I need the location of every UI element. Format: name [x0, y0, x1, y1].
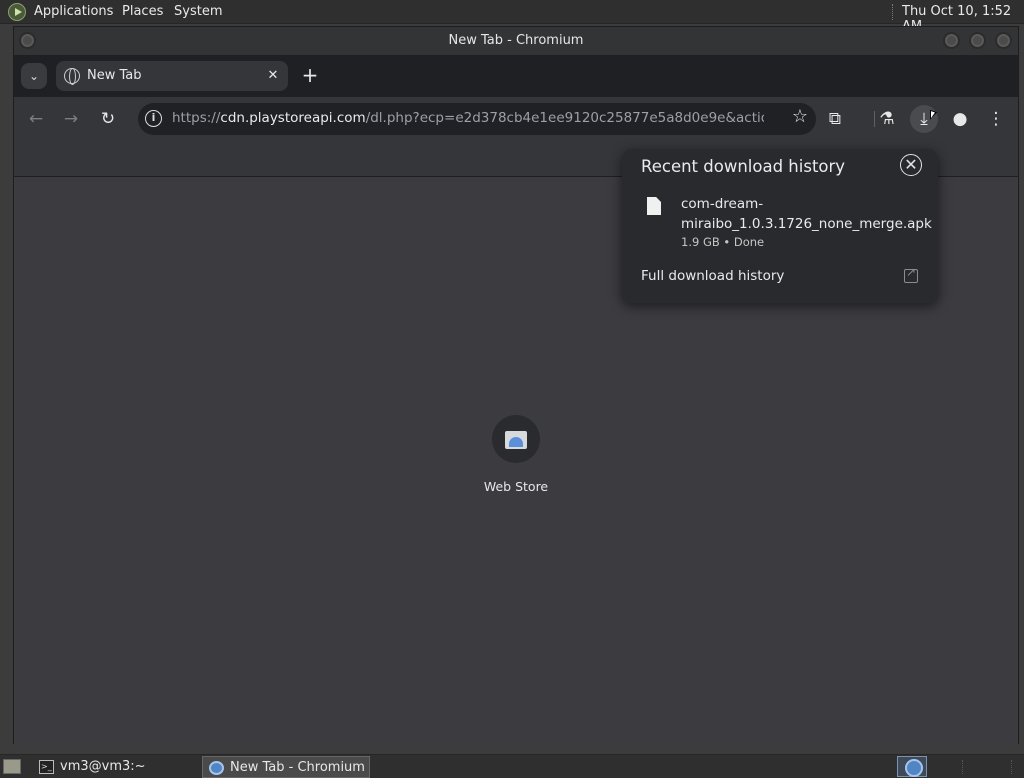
plus-icon: + [301, 63, 319, 87]
url-host: cdn.playstoreapi.com [220, 110, 366, 126]
close-popup-button[interactable]: ✕ [900, 154, 922, 176]
window-titlebar[interactable]: New Tab - Chromium [14, 27, 1018, 55]
web-store-shortcut[interactable]: Web Store [476, 415, 556, 494]
maximize-button[interactable] [969, 32, 986, 49]
download-file-name[interactable]: com-dream-miraibo_1.0.3.1726_none_merge.… [681, 194, 932, 234]
tab-strip: ⌄ New Tab ✕ + [14, 55, 1018, 97]
address-bar[interactable]: i https://cdn.playstoreapi.com/dl.php?ec… [138, 103, 816, 135]
minimize-button[interactable] [943, 32, 960, 49]
browser-window: New Tab - Chromium ⌄ New Tab ✕ + ← → ↻ i… [13, 26, 1019, 745]
system-menu[interactable]: System [174, 4, 222, 19]
download-status: 1.9 GB • Done [681, 235, 765, 249]
shortcut-tile [492, 415, 540, 463]
window-title: New Tab - Chromium [448, 33, 584, 48]
panel-separator [892, 4, 894, 20]
browser-menu-button[interactable]: ⋮ [982, 105, 1010, 133]
profile-icon: ● [952, 109, 968, 129]
applications-menu[interactable]: Applications [34, 4, 113, 19]
places-menu[interactable]: Places [122, 4, 163, 19]
forward-button[interactable]: → [57, 105, 85, 133]
taskbar-item-label: New Tab - Chromium [230, 760, 365, 775]
reload-button[interactable]: ↻ [94, 105, 122, 133]
tab-search-button[interactable]: ⌄ [21, 63, 47, 89]
reload-icon: ↻ [100, 109, 116, 129]
full-download-history-link[interactable]: Full download history [641, 268, 784, 284]
tray-chromium-icon[interactable] [897, 756, 927, 777]
popup-title: Recent download history [641, 157, 846, 176]
labs-button[interactable]: ⚗ [873, 105, 901, 133]
url-path: /dl.php?ecp=e2d378cb4e1ee9120c25877e5a8d… [365, 110, 764, 126]
back-icon: ← [28, 109, 44, 129]
bookmark-star-icon[interactable]: ☆ [792, 106, 808, 127]
extensions-button[interactable]: ⧉ [821, 105, 849, 133]
chromium-icon [209, 761, 224, 775]
close-window-button[interactable] [995, 32, 1012, 49]
web-store-icon [505, 431, 527, 449]
bottom-panel: vm3@vm3:~ New Tab - Chromium [0, 754, 1024, 778]
back-button[interactable]: ← [22, 105, 50, 133]
url-scheme: https:// [172, 110, 221, 126]
download-history-popup: Recent download history ✕ com-dream-mira… [622, 149, 938, 303]
top-panel: Applications Places System Thu Oct 10, 1… [0, 0, 1024, 34]
new-tab-button[interactable]: + [297, 63, 323, 89]
extensions-icon: ⧉ [828, 109, 842, 129]
tab-label: New Tab [87, 68, 142, 83]
tray-separator [962, 760, 1012, 774]
mouse-cursor-icon [930, 109, 937, 123]
terminal-icon [39, 756, 54, 778]
toolbar: ← → ↻ i https://cdn.playstoreapi.com/dl.… [14, 97, 1018, 141]
shortcut-label: Web Store [483, 479, 549, 494]
profile-button[interactable]: ● [946, 105, 974, 133]
close-icon: ✕ [904, 155, 918, 174]
window-menu-icon[interactable] [19, 32, 36, 49]
taskbar-item-chromium[interactable]: New Tab - Chromium [202, 756, 370, 778]
labs-flask-icon: ⚗ [879, 109, 895, 129]
chevron-down-icon: ⌄ [28, 69, 40, 83]
distro-logo-icon[interactable] [8, 3, 26, 21]
show-desktop-icon[interactable] [3, 759, 21, 774]
tab-new-tab[interactable]: New Tab ✕ [56, 61, 288, 91]
close-tab-icon[interactable]: ✕ [264, 67, 282, 85]
file-icon [647, 197, 661, 215]
globe-icon [64, 68, 80, 85]
open-external-icon[interactable] [904, 265, 918, 283]
url-text[interactable]: https://cdn.playstoreapi.com/dl.php?ecp=… [172, 110, 764, 126]
taskbar-item-terminal[interactable]: vm3@vm3:~ [33, 756, 146, 778]
site-info-icon[interactable]: i [145, 110, 162, 127]
kebab-menu-icon: ⋮ [987, 109, 1005, 129]
download-icon: ⤓ [920, 109, 928, 129]
forward-icon: → [63, 109, 79, 129]
taskbar-item-label: vm3@vm3:~ [60, 759, 146, 774]
